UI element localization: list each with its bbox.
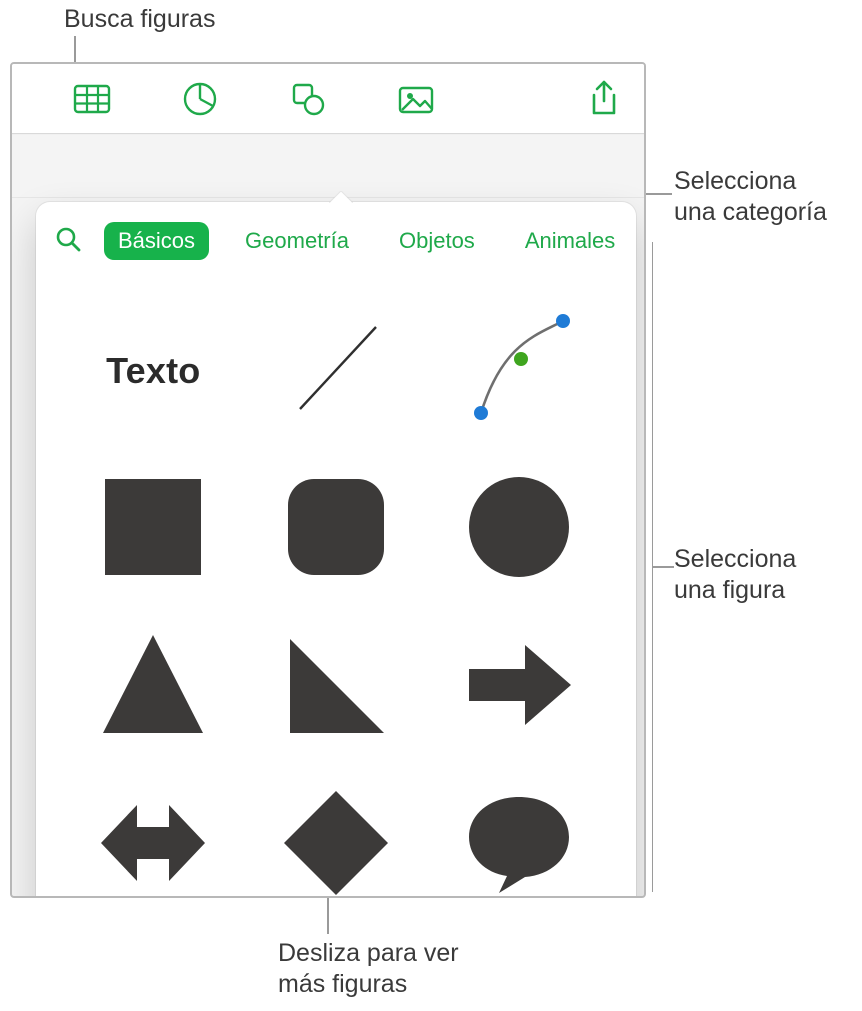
line-icon [280,313,392,430]
callout-shape: Selecciona una figura [674,544,796,607]
category-row: Básicos Geometría Objetos Animales [36,202,636,274]
shapes-grid-scroll[interactable]: Texto [36,280,636,898]
shape-rounded-square[interactable] [245,450,428,608]
insert-table-button[interactable] [68,75,116,123]
insert-chart-button[interactable] [176,75,224,123]
text-shape-label: Texto [106,350,200,392]
insert-media-button[interactable] [392,75,440,123]
right-triangle-icon [280,629,392,746]
share-button[interactable] [580,75,628,123]
shape-right-triangle[interactable] [245,608,428,766]
search-icon [54,225,82,258]
shapes-grid: Texto [36,280,636,898]
shape-arrow-double[interactable] [62,766,245,898]
bezier-icon [463,313,575,430]
circle-icon [463,471,575,588]
category-animales[interactable]: Animales [511,222,629,260]
shape-square[interactable] [62,450,245,608]
arrow-right-icon [463,629,575,746]
shape-text[interactable]: Texto [62,292,245,450]
callout-scroll: Desliza para ver más figuras [278,938,459,1001]
shape-speech-bubble[interactable] [427,766,610,898]
callout-category: Selecciona una categoría [674,166,827,229]
shape-circle[interactable] [427,450,610,608]
callout-search: Busca figuras [64,4,215,35]
insert-shape-button[interactable] [284,75,332,123]
shapes-popover: Básicos Geometría Objetos Animales Texto [36,202,636,898]
shape-arrow-right[interactable] [427,608,610,766]
shape-triangle[interactable] [62,608,245,766]
shape-bezier[interactable] [427,292,610,450]
category-geometria[interactable]: Geometría [231,222,363,260]
category-basicos[interactable]: Básicos [104,222,209,260]
speech-bubble-icon [463,787,575,899]
category-objetos[interactable]: Objetos [385,222,489,260]
shape-line[interactable] [245,292,428,450]
search-shapes-button[interactable] [54,224,82,258]
shape-diamond[interactable] [245,766,428,898]
rounded-square-icon [280,471,392,588]
popover-arrow [329,191,353,203]
document-area [12,134,644,198]
app-window: Básicos Geometría Objetos Animales Texto [10,62,646,898]
diamond-icon [280,787,392,899]
toolbar [12,64,644,134]
triangle-icon [97,629,209,746]
square-icon [97,471,209,588]
arrow-double-icon [97,787,209,899]
